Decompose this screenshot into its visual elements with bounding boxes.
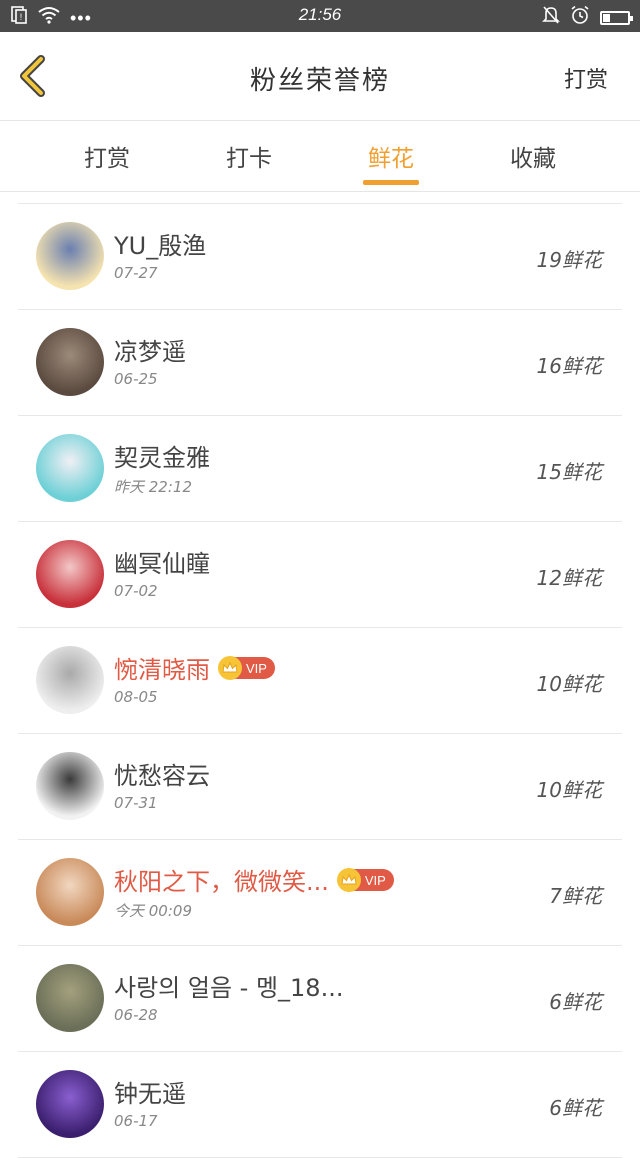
crown-icon — [218, 656, 242, 680]
fan-ranking-list: YU_殷渔 07-27 19鲜花凉梦遥 06-25 16鲜花契灵金雅昨天 22:12 15… — [18, 203, 622, 1158]
tab-bar: 打赏 打卡 鲜花 收藏 — [0, 121, 640, 192]
status-right-icons — [542, 5, 633, 30]
flower-count: 10鲜花 — [536, 778, 602, 802]
user-name: YU_殷渔 — [114, 226, 206, 261]
list-item[interactable]: 사랑의 얼음 - 멩_18... 06-28 6鲜花 — [18, 946, 622, 1052]
user-name: 사랑의 얼음 - 멩_18... — [114, 968, 343, 1003]
flower-count: 12鲜花 — [536, 566, 602, 590]
activity-date: 07-27 — [114, 264, 158, 282]
crown-icon — [336, 868, 361, 892]
activity-date: 06-28 — [114, 1006, 158, 1024]
user-name: 忧愁容云 — [114, 756, 210, 791]
flower-count: 15鲜花 — [536, 460, 602, 484]
avatar[interactable] — [36, 752, 104, 820]
activity-date: 昨天 22:12 — [114, 478, 192, 496]
flower-count: 6鲜花 — [549, 990, 602, 1014]
battery-level — [603, 13, 610, 22]
activity-date: 07-31 — [114, 794, 158, 812]
avatar[interactable] — [36, 858, 104, 926]
user-name: 惋清晓雨 VIP — [114, 650, 275, 685]
user-name: 钟无遥 — [114, 1074, 186, 1109]
list-item[interactable]: 钟无遥 06-17 6鲜花 — [18, 1052, 622, 1158]
avatar[interactable] — [36, 1070, 104, 1138]
battery-icon — [600, 10, 633, 25]
app-header: 粉丝荣誉榜 打赏 — [0, 32, 640, 121]
list-item[interactable]: 幽冥仙瞳 07-02 12鲜花 — [18, 522, 622, 628]
list-item[interactable]: YU_殷渔 07-27 19鲜花 — [18, 204, 622, 310]
list-item[interactable]: 凉梦遥 06-25 16鲜花 — [18, 310, 622, 416]
vip-label: VIP — [364, 872, 386, 888]
activity-date: 06-25 — [114, 370, 158, 388]
vip-badge: VIP — [218, 656, 275, 680]
alarm-clock-icon — [570, 5, 590, 30]
user-name-text: 秋阳之下，微微笑... — [114, 868, 329, 896]
user-name-text: 凉梦遥 — [114, 338, 186, 366]
status-bar: ! ••• 21:56 — [0, 0, 640, 32]
avatar[interactable] — [36, 222, 104, 290]
user-name-text: 忧愁容云 — [114, 762, 210, 790]
tab-flowers[interactable]: 鲜花 — [341, 139, 441, 173]
reward-button[interactable]: 打赏 — [564, 62, 608, 94]
avatar[interactable] — [36, 646, 104, 714]
activity-date: 06-17 — [114, 1112, 158, 1130]
user-name: 秋阳之下，微微笑... VIP — [114, 862, 394, 897]
avatar[interactable] — [36, 434, 104, 502]
user-name-text: 幽冥仙瞳 — [114, 550, 210, 578]
activity-date: 08-05 — [114, 688, 158, 706]
avatar[interactable] — [36, 964, 104, 1032]
user-name: 契灵金雅 — [114, 438, 210, 473]
flower-count: 19鲜花 — [536, 248, 602, 272]
user-name-text: 惋清晓雨 — [114, 656, 210, 684]
user-name-text: 契灵金雅 — [114, 444, 210, 472]
user-name-text: 钟无遥 — [114, 1080, 186, 1108]
flower-count: 10鲜花 — [536, 672, 602, 696]
list-item[interactable]: 忧愁容云 07-31 10鲜花 — [18, 734, 622, 840]
user-name-text: YU_殷渔 — [114, 232, 207, 260]
user-name: 幽冥仙瞳 — [114, 544, 210, 579]
flower-count: 7鲜花 — [549, 884, 602, 908]
list-item[interactable]: 惋清晓雨 VIP 08-05 10鲜花 — [18, 628, 622, 734]
page-title: 粉丝荣誉榜 — [249, 66, 390, 96]
vip-label: VIP — [246, 660, 267, 676]
flower-count: 16鲜花 — [536, 354, 602, 378]
list-item[interactable]: 契灵金雅昨天 22:12 15鲜花 — [18, 416, 622, 522]
avatar[interactable] — [36, 328, 104, 396]
user-name-text: 사랑의 얼음 - 멩_18... — [114, 974, 344, 1002]
mute-bell-icon — [542, 5, 560, 30]
activity-date: 07-02 — [114, 582, 158, 600]
tab-favorites[interactable]: 收藏 — [483, 139, 583, 173]
tab-reward[interactable]: 打赏 — [57, 139, 157, 173]
avatar[interactable] — [36, 540, 104, 608]
flower-count: 6鲜花 — [549, 1096, 602, 1120]
user-name: 凉梦遥 — [114, 332, 186, 367]
active-tab-indicator — [363, 180, 419, 185]
vip-badge: VIP — [336, 868, 394, 892]
tab-checkin[interactable]: 打卡 — [199, 139, 299, 173]
activity-date: 今天 00:09 — [114, 902, 192, 920]
list-item[interactable]: 秋阳之下，微微笑... VIP 今天 00:09 7鲜花 — [18, 840, 622, 946]
